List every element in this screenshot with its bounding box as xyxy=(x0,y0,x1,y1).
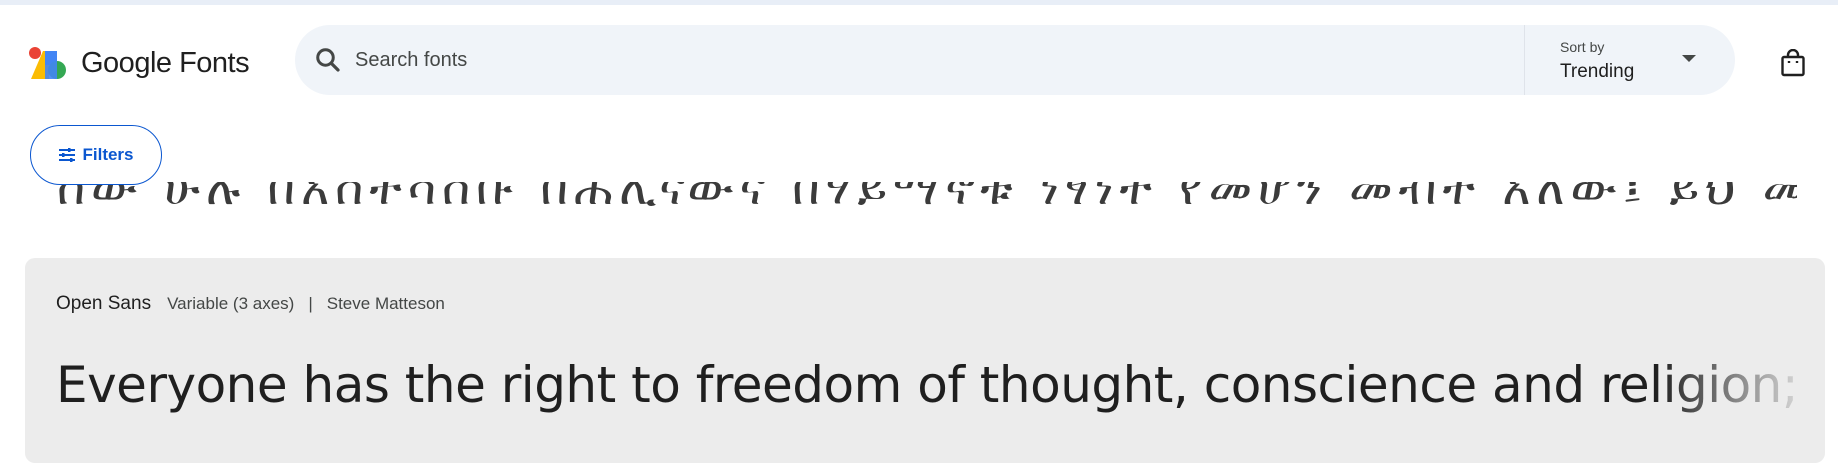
font-author: Steve Matteson xyxy=(326,294,445,313)
search-input[interactable] xyxy=(355,41,1405,79)
google-fonts-logo[interactable]: Google Fonts xyxy=(27,45,250,81)
font-name: Open Sans xyxy=(56,293,152,314)
meta-separator: | xyxy=(308,294,313,313)
sort-dropdown[interactable]: Sort by Trending xyxy=(1530,25,1735,95)
clipped-font-preview: ሰው ሁሉ በአስተሳሰቡ በሕሊናውና በሃይማኖቱ ነፃነት የመሆን መብ… xyxy=(57,182,1797,206)
filters-button[interactable]: Filters xyxy=(30,125,162,185)
search-bar: Sort by Trending xyxy=(295,25,1735,95)
preview-fade xyxy=(1656,356,1816,426)
filters-label: Filters xyxy=(82,145,134,164)
tune-icon xyxy=(59,148,76,162)
font-card-meta: Open Sans Variable (3 axes) | Steve Matt… xyxy=(56,293,445,315)
preview-sentence: Everyone has the right to freedom of tho… xyxy=(56,356,1816,414)
sort-value: Trending xyxy=(1560,61,1635,82)
font-preview-text: Everyone has the right to freedom of tho… xyxy=(56,356,1816,426)
sort-divider xyxy=(1524,25,1525,95)
app-header: Google Fonts Sort by Trending xyxy=(0,5,1838,115)
sort-label: Sort by xyxy=(1560,39,1605,55)
logo-text: Google Fonts xyxy=(81,46,250,79)
shopping-bag-icon[interactable] xyxy=(1780,49,1806,77)
chevron-down-icon xyxy=(1682,55,1696,62)
google-fonts-logo-icon xyxy=(29,47,66,79)
font-card-open-sans[interactable]: Open Sans Variable (3 axes) | Steve Matt… xyxy=(25,258,1825,463)
search-icon[interactable] xyxy=(313,45,343,75)
font-variant: Variable (3 axes) xyxy=(167,294,295,313)
clipped-preview-text: ሰው ሁሉ በአስተሳሰቡ በሕሊናውና በሃይማኖቱ ነፃነት የመሆን መብ… xyxy=(57,182,1797,206)
